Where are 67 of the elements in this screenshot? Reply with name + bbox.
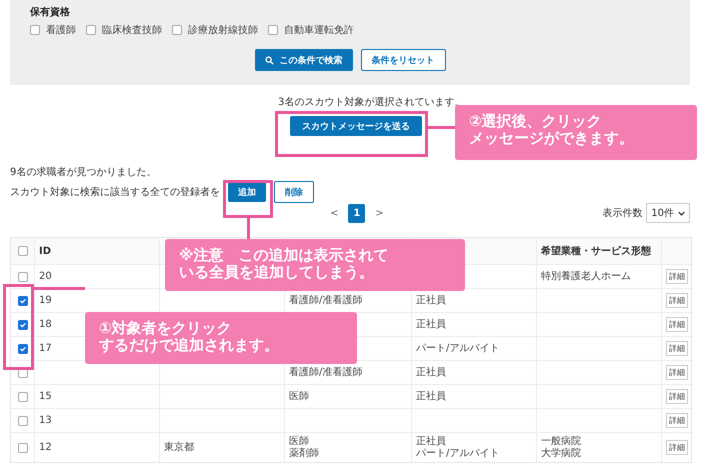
row-checkbox[interactable] xyxy=(18,416,28,426)
table-cell: 医師 薬剤師 xyxy=(289,436,319,460)
detail-button[interactable]: 詳細 xyxy=(666,269,688,284)
add-button[interactable]: 追加 xyxy=(228,182,266,202)
row-checkbox[interactable] xyxy=(18,344,28,354)
detail-button[interactable]: 詳細 xyxy=(666,440,688,455)
table-cell: 一般病院 大学病院 xyxy=(541,436,581,460)
table-cell: 12 xyxy=(39,442,52,454)
detail-button[interactable]: 詳細 xyxy=(666,341,688,356)
previous-page-link[interactable]: < xyxy=(330,208,338,218)
checkbox-label: 看護師 xyxy=(46,24,76,37)
table-cell: 看護師/准看護師 xyxy=(289,294,362,306)
next-page-link[interactable]: > xyxy=(375,208,384,218)
section-label: 保有資格 xyxy=(30,6,70,19)
row-checkbox[interactable] xyxy=(18,392,28,402)
leader-line xyxy=(247,218,250,239)
highlight-frame xyxy=(223,180,273,218)
detail-button[interactable]: 詳細 xyxy=(666,389,688,404)
checkbox-label: 臨床検査技師 xyxy=(102,24,162,37)
search-icon xyxy=(264,56,274,64)
column-header: ID xyxy=(39,246,52,256)
row-checkbox[interactable] xyxy=(18,296,28,306)
checkbox-label: 自動車運転免許 xyxy=(284,24,354,37)
column-header: 希望業種・サービス形態 xyxy=(541,244,651,258)
page-size-select[interactable]: 10件 xyxy=(646,203,690,223)
detail-button[interactable]: 詳細 xyxy=(666,293,688,308)
row-checkbox[interactable] xyxy=(18,272,28,282)
search-button[interactable]: この条件で検索 xyxy=(254,49,352,71)
checkbox[interactable] xyxy=(172,25,182,35)
checkbox-label: 診療放射線技師 xyxy=(188,24,258,37)
table-cell: パート/アルバイト xyxy=(416,342,500,354)
page-size-label: 表示件数 xyxy=(602,206,642,220)
table-cell: 正社員 パート/アルバイト xyxy=(416,436,500,460)
table-cell: 看護師/准看護師 xyxy=(289,366,362,378)
table-cell: 17 xyxy=(39,342,52,354)
checkbox[interactable] xyxy=(86,25,96,35)
leader-line xyxy=(34,287,85,290)
checkbox[interactable] xyxy=(30,25,40,35)
detail-button[interactable]: 詳細 xyxy=(666,365,688,380)
table-cell: 18 xyxy=(39,318,52,330)
reset-button[interactable]: 条件をリセット xyxy=(360,49,446,71)
table-cell: 東京都 xyxy=(164,442,194,454)
row-checkbox[interactable] xyxy=(18,442,28,452)
table-cell: 正社員 xyxy=(416,294,446,306)
table-cell: 15 xyxy=(39,390,52,402)
table-cell: 13 xyxy=(39,414,52,426)
table-cell: 特別養護老人ホーム xyxy=(541,270,631,282)
table-cell: 19 xyxy=(39,294,52,306)
select-all-checkbox[interactable] xyxy=(18,246,28,256)
table-cell: 医師 xyxy=(289,390,309,402)
bulk-label: スカウト対象に検索に該当する全ての登録者を xyxy=(10,186,220,199)
table-cell: 正社員 xyxy=(416,390,446,402)
remove-button[interactable]: 削除 xyxy=(274,181,314,203)
leader-line xyxy=(428,126,455,129)
table-cell: 正社員 xyxy=(416,318,446,330)
detail-button[interactable]: 詳細 xyxy=(666,413,688,428)
table-cell: 正社員 xyxy=(416,366,446,378)
send-scout-button[interactable]: スカウトメッセージを送る xyxy=(290,116,422,136)
row-checkbox[interactable] xyxy=(18,320,28,330)
callout-note: ①対象者をクリック するだけで追加されます。 xyxy=(85,312,357,364)
callout-note: ※注意 この追加は表示されて いる全員を追加してしまう。 xyxy=(165,239,465,291)
result-count: 9名の求職者が見つかりました。 xyxy=(10,167,156,178)
page-link[interactable]: 1 xyxy=(348,204,366,222)
table-cell: 20 xyxy=(39,270,52,282)
detail-button[interactable]: 詳細 xyxy=(666,317,688,332)
checkbox[interactable] xyxy=(268,25,278,35)
chevron-down-icon xyxy=(678,210,685,216)
